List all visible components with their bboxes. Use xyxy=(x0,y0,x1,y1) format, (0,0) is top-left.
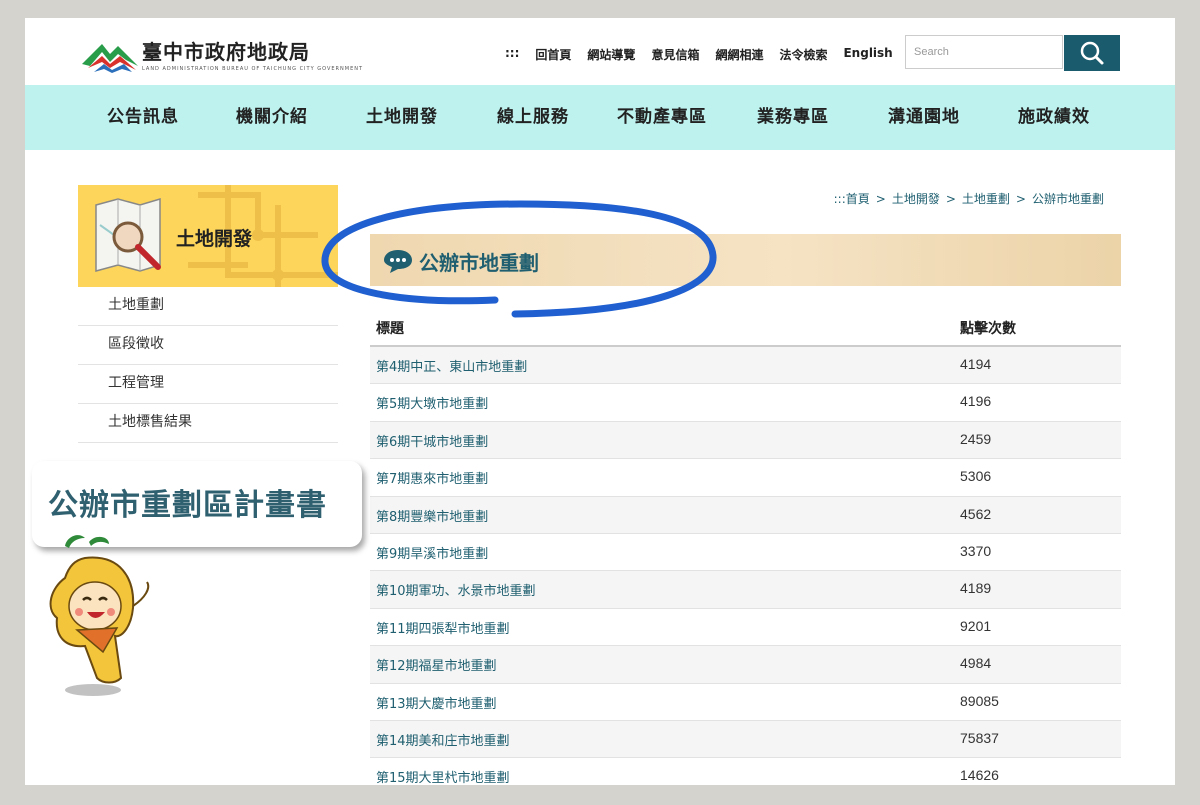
row-click-count: 3370 xyxy=(960,542,992,559)
nav-land-development[interactable]: 土地開發 xyxy=(366,85,438,150)
sitemap-link[interactable]: 網站導覽 xyxy=(587,46,635,63)
nav-communication[interactable]: 溝通園地 xyxy=(888,85,960,150)
column-header-clicks[interactable]: 點擊次數 xyxy=(960,318,1016,338)
logo-mark-icon xyxy=(82,44,138,73)
search-box: Search xyxy=(905,35,1120,71)
row-title-link[interactable]: 第11期四張犁市地重劃 xyxy=(376,618,510,637)
nav-online-services[interactable]: 線上服務 xyxy=(497,85,569,150)
row-title-link[interactable]: 第14期美和庄市地重劃 xyxy=(376,730,510,749)
annotation-oval xyxy=(321,200,717,318)
row-click-count: 4194 xyxy=(960,356,992,372)
sidebar-list: 土地重劃 區段徵收 工程管理 土地標售結果 xyxy=(78,287,338,443)
table-header: 標題 點擊次數 xyxy=(370,310,1121,347)
page-frame: 臺中市政府地政局 LAND ADMINISTRATION BUREAU OF T… xyxy=(25,18,1175,785)
row-title-link[interactable]: 第4期中正、東山市地重劃 xyxy=(376,356,527,375)
table-row[interactable]: 第9期旱溪市地重劃 3370 xyxy=(370,534,1121,572)
nav-real-estate[interactable]: 不動產專區 xyxy=(617,85,707,150)
table-row[interactable]: 第12期福星市地重劃 4984 xyxy=(370,646,1121,684)
row-click-count: 4984 xyxy=(960,655,992,672)
breadcrumb-separator: > xyxy=(875,192,886,206)
table-row[interactable]: 第6期干城市地重劃 2459 xyxy=(370,421,1121,460)
table-row[interactable]: 第4期中正、東山市地重劃 4194 xyxy=(370,347,1121,385)
row-title-link[interactable]: 第9期旱溪市地重劃 xyxy=(376,543,488,562)
row-title-link[interactable]: 第7期惠來市地重劃 xyxy=(376,468,488,487)
breadcrumb-separator: > xyxy=(945,192,956,206)
breadcrumb-land-development[interactable]: 土地開發 xyxy=(892,192,940,206)
row-title-link[interactable]: 第5期大墩市地重劃 xyxy=(376,393,488,412)
row-click-count: 75837 xyxy=(960,729,999,746)
row-click-count: 4562 xyxy=(960,505,992,522)
site-header: 臺中市政府地政局 LAND ADMINISTRATION BUREAU OF T… xyxy=(25,18,1175,85)
row-title-link[interactable]: 第13期大慶市地重劃 xyxy=(376,693,497,712)
table-body: 第4期中正、東山市地重劃 4194 第5期大墩市地重劃 4196 第6期干城市地重劃 24… xyxy=(370,347,1121,785)
sidebar-item-zone-expropriation[interactable]: 區段徵收 xyxy=(78,326,338,365)
english-link[interactable]: English xyxy=(843,46,892,63)
table-row[interactable]: 第14期美和庄市地重劃 75837 xyxy=(370,720,1121,759)
breadcrumb-home[interactable]: :::首頁 xyxy=(834,192,870,206)
search-icon xyxy=(1080,41,1104,65)
row-title-link[interactable]: 第6期干城市地重劃 xyxy=(376,431,488,450)
home-link[interactable]: 回首頁 xyxy=(535,46,571,63)
table-row[interactable]: 第8期豐樂市地重劃 4562 xyxy=(370,496,1121,534)
site-logo[interactable]: 臺中市政府地政局 LAND ADMINISTRATION BUREAU OF T… xyxy=(80,36,362,76)
sidebar-banner: 土地開發 xyxy=(78,185,338,287)
row-click-count: 4189 xyxy=(960,580,992,597)
table-row[interactable]: 第10期軍功、水景市地重劃 4189 xyxy=(370,571,1121,609)
sidebar-title: 土地開發 xyxy=(176,228,253,250)
nav-performance[interactable]: 施政績效 xyxy=(1018,85,1090,150)
top-links: ::: 回首頁 網站導覽 意見信箱 網網相連 法令檢索 English xyxy=(505,46,909,63)
row-click-count: 5306 xyxy=(960,468,992,485)
sidebar-item-land-sale-results[interactable]: 土地標售結果 xyxy=(78,404,338,443)
search-button[interactable] xyxy=(1064,35,1120,71)
column-header-title[interactable]: 標題 xyxy=(376,318,404,338)
row-title-link[interactable]: 第15期大里杙市地重劃 xyxy=(376,767,510,785)
nav-about[interactable]: 機關介紹 xyxy=(236,85,308,150)
row-title-link[interactable]: 第12期福星市地重劃 xyxy=(376,655,497,674)
table-row[interactable]: 第7期惠來市地重劃 5306 xyxy=(370,459,1121,497)
breadcrumb-current[interactable]: 公辦市地重劃 xyxy=(1032,192,1104,206)
logo-subtext: LAND ADMINISTRATION BUREAU OF TAICHUNG C… xyxy=(142,66,364,72)
table-row[interactable]: 第15期大里杙市地重劃 14626 xyxy=(370,758,1121,785)
main-nav: 公告訊息 機關介紹 土地開發 線上服務 不動產專區 業務專區 溝通園地 施政績效 xyxy=(25,85,1175,150)
feedback-link[interactable]: 意見信箱 xyxy=(651,46,699,63)
table-row[interactable]: 第5期大墩市地重劃 4196 xyxy=(370,384,1121,422)
row-click-count: 14626 xyxy=(960,767,999,784)
accesskey-link[interactable]: ::: xyxy=(505,46,519,63)
logo-text: 臺中市政府地政局 xyxy=(142,40,310,64)
nav-business[interactable]: 業務專區 xyxy=(757,85,829,150)
magnifier-map-icon xyxy=(95,197,161,272)
row-click-count: 2459 xyxy=(960,430,992,447)
row-click-count: 9201 xyxy=(960,617,992,634)
sidebar-item-engineering[interactable]: 工程管理 xyxy=(78,365,338,404)
table-row[interactable]: 第13期大慶市地重劃 89085 xyxy=(370,684,1121,721)
row-title-link[interactable]: 第10期軍功、水景市地重劃 xyxy=(376,580,536,599)
nav-announcements[interactable]: 公告訊息 xyxy=(107,85,179,150)
search-input[interactable]: Search xyxy=(905,35,1063,69)
table-row[interactable]: 第11期四張犁市地重劃 9201 xyxy=(370,609,1121,647)
related-links-link[interactable]: 網網相連 xyxy=(715,46,763,63)
breadcrumb-separator: > xyxy=(1015,192,1026,206)
results-table: 標題 點擊次數 第4期中正、東山市地重劃 4194 第5期大墩市地重劃 4196 第6期… xyxy=(370,310,1121,785)
callout-text: 公辦市重劃區計畫書 xyxy=(48,488,327,523)
row-click-count: 4196 xyxy=(960,393,992,410)
row-click-count: 89085 xyxy=(960,692,999,709)
breadcrumb: :::首頁 > 土地開發 > 土地重劃 > 公辦市地重劃 xyxy=(831,190,1107,207)
mascot-icon xyxy=(49,535,150,696)
regulations-link[interactable]: 法令檢索 xyxy=(779,46,827,63)
breadcrumb-land-readjustment[interactable]: 土地重劃 xyxy=(962,192,1010,206)
sidebar-item-land-readjustment[interactable]: 土地重劃 xyxy=(78,287,338,326)
row-title-link[interactable]: 第8期豐樂市地重劃 xyxy=(376,506,488,525)
